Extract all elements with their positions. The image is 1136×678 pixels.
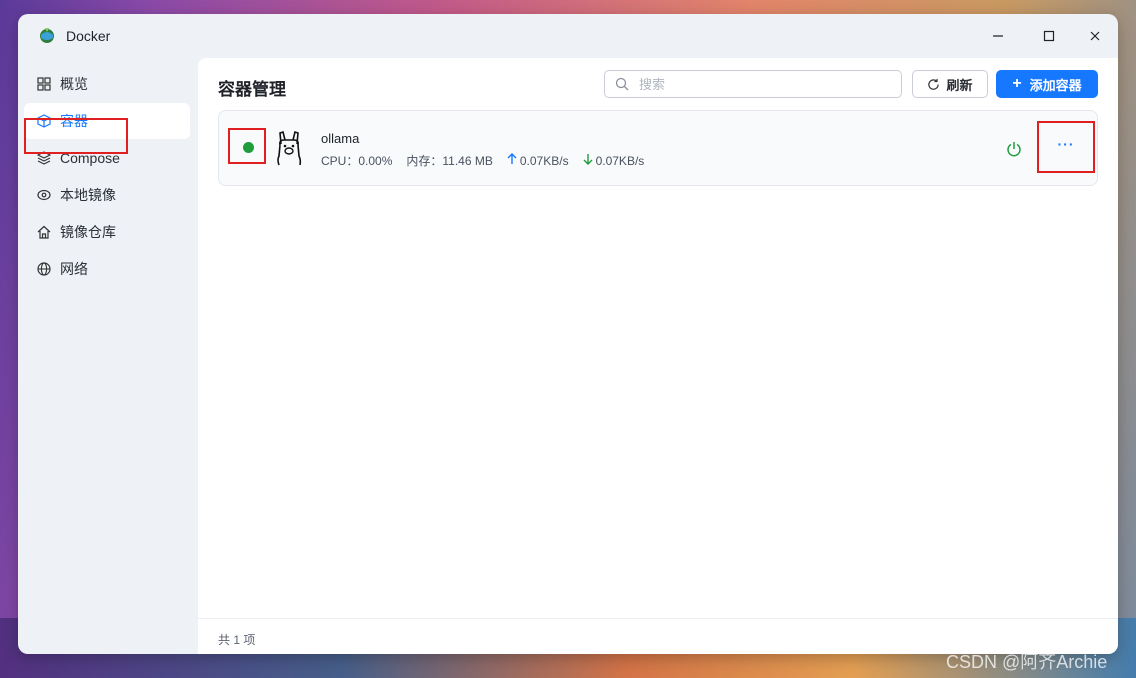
refresh-label: 刷新 — [946, 77, 973, 93]
container-card[interactable]: ollama CPU： 0.00% 内存： 11.46 MB 0.07KB/s … — [218, 110, 1098, 186]
memory-value: 11.46 MB — [442, 153, 493, 168]
sidebar-item-label: 概览 — [60, 76, 88, 92]
sidebar-item-label: 网络 — [60, 261, 88, 277]
sidebar-item-overview[interactable]: 概览 — [24, 66, 190, 102]
ollama-llama-icon — [277, 130, 302, 166]
sidebar-item-local-images[interactable]: 本地镜像 — [24, 177, 190, 213]
sidebar: 概览 容器 Compose 本地镜像 镜像仓库 网络 — [18, 58, 198, 654]
more-options-button[interactable]: ··· — [1053, 137, 1079, 157]
sidebar-item-label: 本地镜像 — [60, 187, 116, 203]
download-rate: 0.07KB/s — [595, 153, 645, 168]
grid-icon — [36, 76, 52, 92]
upload-rate: 0.07KB/s — [519, 153, 569, 168]
page-title: 容器管理 — [218, 80, 286, 99]
maximize-button[interactable] — [1035, 24, 1063, 48]
docker-logo-icon — [40, 28, 54, 43]
sidebar-item-label: 镜像仓库 — [60, 224, 116, 240]
download-arrow-icon — [583, 153, 593, 168]
refresh-icon — [927, 78, 940, 91]
refresh-button[interactable]: 刷新 — [912, 70, 988, 98]
power-icon — [1007, 142, 1021, 157]
cpu-value: 0.00% — [358, 153, 393, 168]
sidebar-item-registry[interactable]: 镜像仓库 — [24, 214, 190, 250]
container-stats: CPU： 0.00% 内存： 11.46 MB 0.07KB/s 0.07KB/… — [321, 152, 644, 169]
plus-icon: + — [1012, 75, 1022, 92]
add-container-label: 添加容器 — [1029, 77, 1082, 93]
maximize-icon — [1043, 30, 1055, 42]
search-icon — [615, 77, 629, 91]
main-panel: 容器管理 刷新 + 添加容器 ollama — [198, 58, 1118, 654]
window-title: Docker — [66, 28, 111, 44]
docker-window: Docker 概览 容器 Compose 本地镜像 镜像仓库 网络 容器管理 搜… — [18, 14, 1118, 654]
cpu-label: CPU： — [321, 154, 359, 168]
minimize-icon — [993, 35, 1003, 37]
highlight-box: ··· — [1037, 121, 1095, 173]
close-icon — [1090, 31, 1100, 41]
close-button[interactable] — [1081, 24, 1109, 48]
status-running-indicator — [243, 142, 254, 153]
title-bar: Docker — [18, 14, 1118, 58]
add-container-button[interactable]: + 添加容器 — [996, 70, 1098, 98]
item-count: 共 1 项 — [218, 633, 256, 647]
highlight-box — [24, 118, 128, 154]
search-box[interactable] — [604, 70, 902, 98]
power-button[interactable] — [1004, 139, 1024, 159]
sidebar-item-network[interactable]: 网络 — [24, 251, 190, 287]
globe-icon — [36, 261, 52, 277]
memory-label: 内存： — [406, 154, 443, 168]
watermark: CSDN @阿齐Archie — [946, 652, 1108, 672]
minimize-button[interactable] — [984, 24, 1012, 48]
home-icon — [36, 224, 52, 240]
highlight-box — [228, 128, 266, 164]
upload-arrow-icon — [507, 153, 517, 168]
container-name[interactable]: ollama — [321, 131, 359, 146]
search-input[interactable] — [637, 75, 881, 93]
disk-icon — [36, 187, 52, 203]
